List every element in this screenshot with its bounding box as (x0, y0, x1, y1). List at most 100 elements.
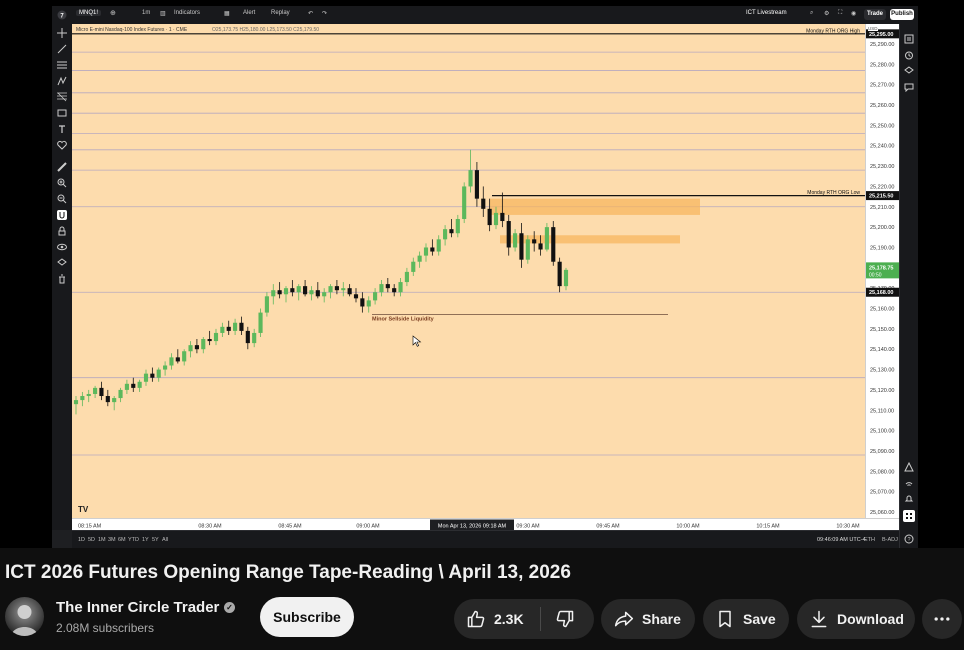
sellside-liquidity-annotation: Minor Sellside Liquidity (372, 317, 435, 323)
magnet-icon[interactable] (57, 210, 67, 220)
video-player[interactable]: 7 MNQ1! ⊕ 1m ▥ Indicators ▦ Alert Replay… (0, 0, 964, 548)
candle-body (245, 330, 250, 344)
dislike-button[interactable] (541, 599, 594, 639)
chat-icon[interactable] (904, 82, 914, 92)
save-button[interactable]: Save (703, 599, 789, 639)
replay-button[interactable]: Replay (271, 10, 290, 16)
range-button[interactable]: YTD (128, 537, 139, 543)
alert-button[interactable]: Alert (243, 10, 255, 16)
key-level-label: Monday RTH ORG High (806, 28, 860, 34)
search-icon[interactable]: ⌕ (810, 10, 813, 17)
svg-text:?: ? (907, 537, 910, 543)
channel-name[interactable]: The Inner Circle Trader (56, 599, 219, 616)
like-button[interactable]: 2.3K (454, 599, 540, 639)
fullscreen-icon[interactable]: ⛶ (838, 10, 842, 17)
horizontal-lines-tool-icon[interactable] (57, 60, 67, 70)
high-level-price-tag: 25,295.00 (869, 32, 893, 38)
rectangle-tool-icon[interactable] (57, 108, 67, 118)
range-button[interactable]: 1Y (142, 537, 149, 543)
candle-body (296, 286, 301, 293)
adjustment-toggle[interactable]: B-ADJ (882, 537, 898, 543)
range-button[interactable]: 6M (118, 537, 126, 543)
ideas-icon[interactable] (904, 462, 914, 472)
tv-top-toolbar: 7 MNQ1! ⊕ 1m ▥ Indicators ▦ Alert Replay… (52, 6, 918, 25)
heart-icon[interactable] (57, 140, 67, 150)
candle-body (417, 255, 422, 262)
candle-body (207, 339, 212, 342)
candle-body (468, 170, 473, 187)
signal-icon[interactable] (904, 478, 914, 488)
settings-icon[interactable]: ⚙ (824, 10, 829, 17)
candle-body (264, 296, 269, 313)
range-button[interactable]: All (162, 537, 168, 543)
redo-icon[interactable]: ↷ (322, 10, 327, 17)
like-count: 2.3K (494, 611, 524, 627)
key-level-label: Monday RTH ORG Low (807, 190, 860, 196)
candle-body (252, 332, 257, 344)
layers-panel-icon[interactable] (904, 66, 914, 76)
alarm-icon[interactable] (904, 50, 914, 60)
price-chart[interactable]: Monday RTH ORG High Monday RTH ORG Low Min… (72, 24, 865, 518)
download-button[interactable]: Download (797, 599, 915, 639)
crosshair-tool-icon[interactable] (57, 28, 67, 38)
subscribe-button[interactable]: Subscribe (260, 597, 354, 637)
lock-drawings-icon[interactable] (57, 226, 67, 236)
candle-body (353, 294, 359, 299)
timeframe-button[interactable]: 1m (142, 10, 150, 16)
session-toggle[interactable]: ETH (864, 537, 875, 543)
candle (462, 182, 467, 224)
notification-bell-icon[interactable] (904, 494, 914, 504)
range-button[interactable]: 5Y (152, 537, 159, 543)
templates-icon[interactable]: ▦ (224, 10, 230, 17)
channel-avatar[interactable] (5, 597, 44, 636)
candle-body (137, 381, 142, 388)
chart-area[interactable]: Monday RTH ORG High Monday RTH ORG Low Min… (72, 24, 865, 518)
candle-body (392, 288, 397, 293)
range-button[interactable]: 5D (88, 537, 95, 543)
candle (551, 221, 556, 266)
candle-body (334, 286, 339, 291)
range-button[interactable]: 3M (108, 537, 116, 543)
candle-body (315, 290, 320, 297)
apps-grid-icon[interactable] (903, 510, 915, 522)
trade-button[interactable]: Trade (864, 9, 886, 20)
candle (296, 284, 301, 301)
zoom-out-icon[interactable] (57, 194, 67, 204)
candle (112, 396, 117, 411)
symbol-search[interactable]: MNQ1! (76, 10, 102, 16)
candle-body (551, 227, 556, 262)
more-actions-button[interactable] (922, 599, 962, 639)
candle-body (93, 387, 98, 394)
zoom-in-icon[interactable] (57, 178, 67, 188)
fib-tool-icon[interactable] (57, 92, 67, 102)
text-tool-icon[interactable] (57, 124, 67, 134)
candle-body (118, 389, 123, 399)
order-block-box (490, 198, 700, 215)
candle (239, 316, 244, 335)
trash-icon[interactable] (57, 274, 67, 284)
ruler-tool-icon[interactable] (57, 162, 67, 172)
price-tick-label: 25,270.00 (870, 83, 894, 89)
candle-body (443, 229, 448, 240)
compare-icon[interactable]: ⊕ (110, 9, 116, 17)
watchlist-icon[interactable] (904, 34, 914, 44)
layers-icon[interactable] (57, 258, 67, 268)
trend-line-tool-icon[interactable] (57, 44, 67, 54)
candle (86, 389, 91, 403)
eye-icon[interactable] (57, 242, 67, 252)
chart-type-icon[interactable]: ▥ (160, 10, 166, 17)
share-arrow-icon (614, 611, 634, 627)
pattern-tool-icon[interactable] (57, 76, 67, 86)
price-axis[interactable]: 25,290.00 25,280.00 25,270.00 25,260.00 25,2… (865, 24, 901, 518)
undo-icon[interactable]: ↶ (308, 10, 313, 17)
indicators-button[interactable]: Indicators (174, 10, 200, 16)
layout-name[interactable]: ICT Livestream (746, 10, 787, 16)
publish-button[interactable]: Publish (890, 9, 914, 20)
candle (163, 361, 168, 376)
share-button[interactable]: Share (601, 599, 695, 639)
last-price-tag: 25,178.75 (869, 265, 893, 271)
camera-icon[interactable]: ◉ (851, 10, 856, 17)
range-button[interactable]: 1D (78, 537, 85, 543)
help-icon[interactable]: ? (904, 534, 914, 544)
range-button[interactable]: 1M (98, 537, 106, 543)
